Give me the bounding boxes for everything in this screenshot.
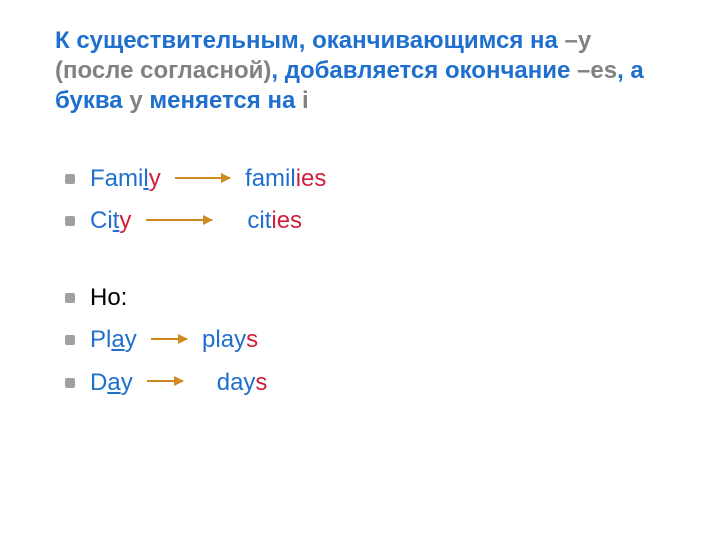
but-label-row: Но: bbox=[55, 279, 655, 317]
example-row-day: Day days bbox=[55, 364, 655, 402]
title-seg-1: К существительным, оканчивающимся на bbox=[55, 27, 565, 54]
word-family-prefix: Fami bbox=[90, 165, 143, 192]
blank-line bbox=[55, 245, 655, 279]
word-family-y: y bbox=[149, 165, 161, 192]
but-label: Но: bbox=[90, 284, 127, 311]
word-play-underline: a bbox=[111, 326, 124, 353]
word-plays-prefix: play bbox=[202, 326, 246, 353]
title-seg-7: меняется на bbox=[143, 87, 302, 114]
title-seg-3: , добавляется окончание bbox=[271, 57, 577, 84]
slide: К существительным, оканчивающимся на –у … bbox=[0, 0, 720, 540]
example-row-city: City cities bbox=[55, 202, 655, 240]
word-day-y: y bbox=[121, 369, 133, 396]
title-seg-6: у bbox=[129, 87, 142, 114]
slide-body: Family families City cities Но: Play pla… bbox=[55, 160, 655, 406]
word-day-prefix: D bbox=[90, 369, 107, 396]
word-day-underline: a bbox=[107, 369, 120, 396]
word-days-suffix: s bbox=[255, 369, 267, 396]
word-cities-suffix: ies bbox=[271, 207, 302, 234]
slide-title: К существительным, оканчивающимся на –у … bbox=[55, 26, 655, 116]
title-seg-4: –es bbox=[577, 57, 617, 84]
word-city-y: y bbox=[119, 207, 131, 234]
word-families-prefix: famil bbox=[245, 165, 296, 192]
example-row-family: Family families bbox=[55, 160, 655, 198]
word-families-suffix: ies bbox=[296, 165, 327, 192]
arrow-icon bbox=[147, 380, 183, 382]
word-city-prefix: Ci bbox=[90, 207, 113, 234]
arrow-icon bbox=[175, 177, 230, 179]
word-days-prefix: day bbox=[217, 369, 256, 396]
word-play-y: y bbox=[125, 326, 137, 353]
arrow-icon bbox=[146, 219, 212, 221]
title-seg-8: i bbox=[302, 87, 309, 114]
word-play-prefix: Pl bbox=[90, 326, 111, 353]
word-cities-prefix: cit bbox=[247, 207, 271, 234]
example-row-play: Play plays bbox=[55, 321, 655, 359]
word-plays-suffix: s bbox=[246, 326, 258, 353]
arrow-icon bbox=[151, 338, 187, 340]
